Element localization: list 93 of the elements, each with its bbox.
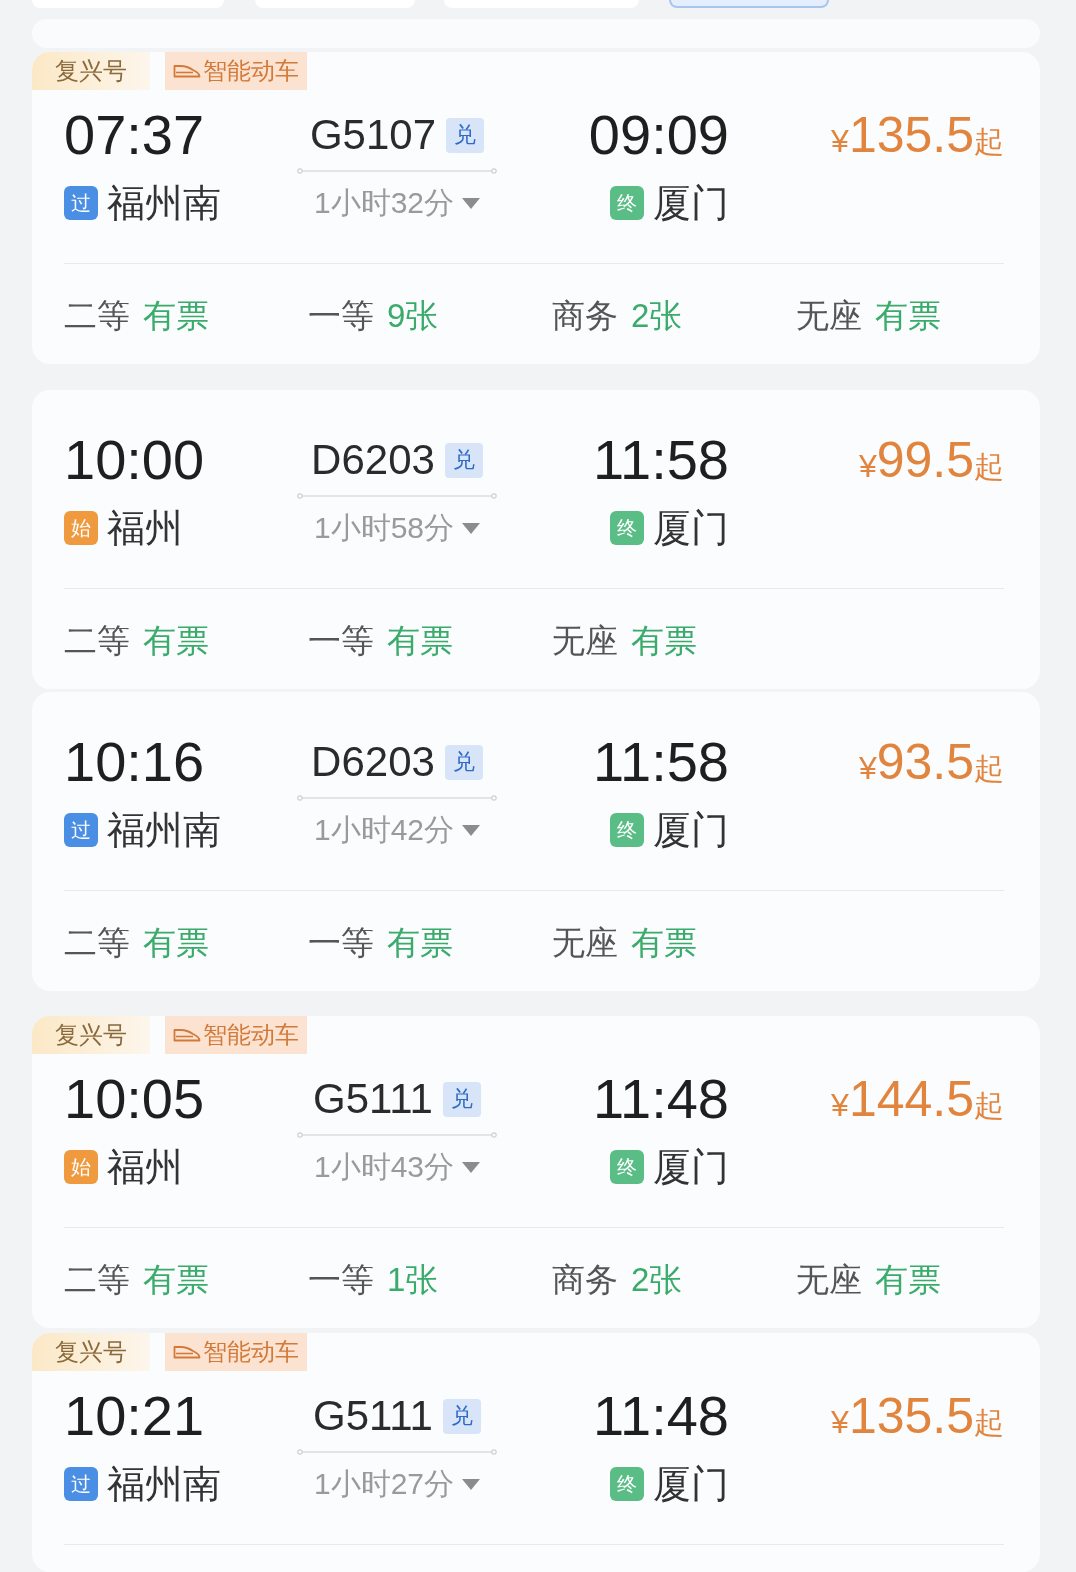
caret-icon: [462, 1478, 481, 1490]
seat-class: 无座: [552, 925, 618, 959]
station-tag: 终: [610, 186, 644, 220]
seat-availability: 有票: [143, 925, 209, 959]
series-tag: 复兴号: [32, 1016, 150, 1054]
caret-icon: [462, 197, 481, 209]
train-number: G5111: [313, 1395, 433, 1437]
departure-time: 10:00: [64, 430, 205, 490]
station-tag: 始: [64, 1150, 98, 1184]
seat-availability: 有票: [875, 1262, 941, 1296]
price: ¥93.5起: [858, 733, 1004, 792]
caret-icon: [462, 522, 481, 534]
train-number: D6203: [311, 741, 435, 783]
seat-availability: 有票: [143, 298, 209, 332]
caret-icon: [462, 1161, 481, 1173]
seat-class: 商务: [552, 1262, 618, 1296]
price: ¥135.5起: [831, 106, 1004, 165]
station-name: 福州: [107, 1148, 183, 1186]
seat-class: 一等: [308, 1262, 374, 1296]
seat-availability: 有票: [631, 925, 697, 959]
train-card[interactable]: 10:00 始 福州 D6203 兑 1小时58分 11:58 终 厦门 ¥99.5起 二等 有票 一等 有票 无座 有票: [32, 390, 1040, 689]
caret-icon: [462, 824, 481, 836]
train-card[interactable]: 复兴号 智能动车 07:37 过 福州南 G5107 兑 1小时32分 09:09 终 厦门 ¥135.5起 二等 有票 一等 9张 商务 2张 无座 有票: [32, 52, 1040, 364]
arrival-time: 09:09: [588, 105, 729, 165]
seat-availability: 1张: [387, 1262, 439, 1296]
seat-availability: 有票: [387, 623, 453, 657]
arrival-time: 11:48: [593, 1386, 729, 1446]
station-tag: 过: [64, 813, 98, 847]
station-tag: 过: [64, 186, 98, 220]
station-name: 福州南: [107, 811, 221, 849]
seat-availability: 9张: [387, 298, 439, 332]
seat-availability: 有票: [143, 1262, 209, 1296]
seat-availability: 2张: [631, 1262, 683, 1296]
station-tag: 终: [610, 1150, 644, 1184]
seat-class: 无座: [796, 1262, 862, 1296]
departure-time: 10:05: [64, 1069, 205, 1129]
departure-time: 10:21: [64, 1386, 205, 1446]
redeem-tag: 兑: [442, 1081, 481, 1117]
train-icon: [173, 1028, 201, 1042]
seat-availability: 2张: [631, 298, 683, 332]
price: ¥144.5起: [831, 1070, 1004, 1129]
redeem-tag: 兑: [442, 1398, 481, 1434]
station-tag: 终: [610, 813, 644, 847]
seat-availability: 有票: [387, 925, 453, 959]
station-name: 厦门: [653, 184, 729, 222]
seat-class: 无座: [796, 298, 862, 332]
station-name: 福州南: [107, 1465, 221, 1503]
seat-availability: 有票: [631, 623, 697, 657]
station-name: 厦门: [653, 811, 729, 849]
station-name: 福州: [107, 509, 183, 547]
series-tag: 复兴号: [32, 1333, 150, 1371]
seat-class: 一等: [308, 623, 374, 657]
arrival-time: 11:58: [593, 732, 729, 792]
price: ¥135.5起: [831, 1387, 1004, 1446]
station-name: 厦门: [653, 1465, 729, 1503]
seat-class: 一等: [308, 925, 374, 959]
price: ¥99.5起: [858, 431, 1004, 490]
train-icon: [173, 1345, 201, 1359]
station-tag: 终: [610, 1467, 644, 1501]
train-icon: [173, 64, 201, 78]
station-name: 厦门: [653, 1148, 729, 1186]
station-tag: 终: [610, 511, 644, 545]
arrival-time: 11:48: [593, 1069, 729, 1129]
redeem-tag: 兑: [446, 117, 485, 153]
redeem-tag: 兑: [444, 442, 483, 478]
station-name: 福州南: [107, 184, 221, 222]
seat-class: 商务: [552, 298, 618, 332]
redeem-tag: 兑: [444, 744, 483, 780]
train-number: G5111: [313, 1078, 433, 1120]
seat-class: 一等: [308, 298, 374, 332]
station-name: 厦门: [653, 509, 729, 547]
station-tag: 过: [64, 1467, 98, 1501]
arrival-time: 11:58: [593, 430, 729, 490]
departure-time: 10:16: [64, 732, 205, 792]
train-card[interactable]: 复兴号 智能动车 10:05 始 福州 G5111 兑 1小时43分 11:48 终 厦门 ¥144.5起 二等 有票 一等 1张 商务 2张 无座 有票: [32, 1016, 1040, 1328]
filter-chip[interactable]: [669, 0, 829, 8]
feature-label: 智能动车: [203, 59, 299, 83]
train-number: G5107: [309, 114, 437, 156]
series-tag: 复兴号: [32, 52, 150, 90]
departure-time: 07:37: [64, 105, 205, 165]
train-card[interactable]: 复兴号 智能动车 10:21 过 福州南 G5111 兑 1小时27分 11:48 终 厦门 ¥135.5起: [32, 1333, 1040, 1572]
feature-label: 智能动车: [203, 1023, 299, 1047]
seat-class: 二等: [64, 1262, 130, 1296]
seat-availability: 有票: [143, 623, 209, 657]
station-tag: 始: [64, 511, 98, 545]
feature-label: 智能动车: [203, 1340, 299, 1364]
seat-availability: 有票: [875, 298, 941, 332]
seat-class: 无座: [552, 623, 618, 657]
seat-class: 二等: [64, 623, 130, 657]
seat-class: 二等: [64, 925, 130, 959]
train-number: D6203: [311, 439, 435, 481]
seat-class: 二等: [64, 298, 130, 332]
train-card[interactable]: 10:16 过 福州南 D6203 兑 1小时42分 11:58 终 厦门 ¥93.5起 二等 有票 一等 有票 无座 有票: [32, 692, 1040, 991]
